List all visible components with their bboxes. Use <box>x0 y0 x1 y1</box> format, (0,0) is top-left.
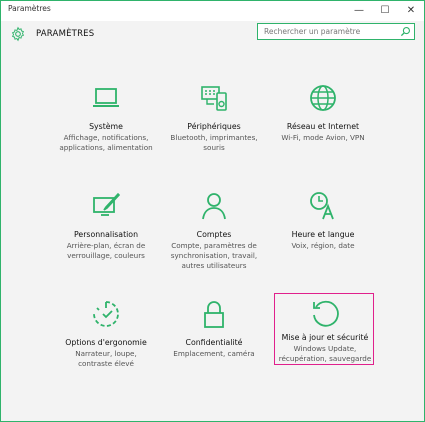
title-bar[interactable]: Paramètres — ☐ ✕ <box>1 1 424 21</box>
tile-reseau[interactable]: Réseau et Internet Wi-Fi, mode Avion, VP… <box>264 79 382 157</box>
tile-title: Options d'ergonomie <box>65 338 147 347</box>
gear-icon <box>11 26 25 42</box>
tile-personnalisation[interactable]: Personnalisation Arrière-plan, écran de v… <box>47 187 165 265</box>
tile-description: Windows Update, récupération, sauvegarde <box>278 344 372 363</box>
time-language-icon <box>310 192 334 220</box>
globe-icon <box>310 85 336 111</box>
person-icon <box>202 193 226 220</box>
tile-title: Personnalisation <box>73 230 139 239</box>
tile-title: Réseau et Internet <box>286 122 360 131</box>
tile-description: Voix, région, date <box>291 241 355 250</box>
tile-heure-langue[interactable]: Heure et langue Voix, région, date <box>264 187 382 265</box>
tile-ergonomie[interactable]: Options d'ergonomie Narrateur, loupe, con… <box>47 295 165 373</box>
tile-title: Confidentialité <box>185 338 243 347</box>
ease-of-access-icon <box>93 301 119 327</box>
settings-window: Paramètres — ☐ ✕ PARAMÈTRES Rechercher u… <box>0 0 425 422</box>
tile-systeme[interactable]: Système Affichage, notifications, applica… <box>47 79 165 157</box>
tile-confidentialite[interactable]: Confidentialité Emplacement, caméra <box>155 295 273 373</box>
tile-title: Comptes <box>196 230 232 239</box>
devices-icon <box>201 86 227 111</box>
tile-title: Périphériques <box>187 122 241 131</box>
minimize-button[interactable]: — <box>346 1 372 21</box>
tile-description: Wi-Fi, mode Avion, VPN <box>281 133 365 142</box>
tile-description: Affichage, notifications, applications, a… <box>59 133 153 152</box>
close-button[interactable]: ✕ <box>398 1 424 21</box>
tile-title: Système <box>89 122 123 131</box>
search-icon[interactable] <box>400 26 411 37</box>
page-title: PARAMÈTRES <box>36 29 95 39</box>
laptop-icon <box>93 88 119 107</box>
tile-mise-a-jour[interactable]: Mise à jour et sécurité Windows Update, r… <box>274 293 374 365</box>
search-placeholder: Rechercher un paramètre <box>264 27 361 36</box>
update-icon <box>313 300 339 327</box>
tile-comptes[interactable]: Comptes Compte, paramètres de synchronisa… <box>155 187 273 270</box>
tile-description: Bluetooth, imprimantes, souris <box>170 133 258 152</box>
tile-description: Emplacement, caméra <box>173 349 255 358</box>
tile-description: Arrière-plan, écran de verrouillage, coul… <box>66 241 146 260</box>
window-title: Paramètres <box>8 4 51 13</box>
maximize-button[interactable]: ☐ <box>372 1 398 21</box>
lock-icon <box>204 301 224 328</box>
tile-description: Compte, paramètres de synchronisation, tr… <box>170 241 258 270</box>
tile-description: Narrateur, loupe, contraste élevé <box>75 349 137 368</box>
tile-title: Heure et langue <box>291 230 355 239</box>
tile-title: Mise à jour et sécurité <box>281 333 369 342</box>
paint-icon <box>93 192 121 216</box>
search-input[interactable]: Rechercher un paramètre <box>257 23 415 40</box>
tile-peripheriques[interactable]: Périphériques Bluetooth, imprimantes, sou… <box>155 79 273 157</box>
